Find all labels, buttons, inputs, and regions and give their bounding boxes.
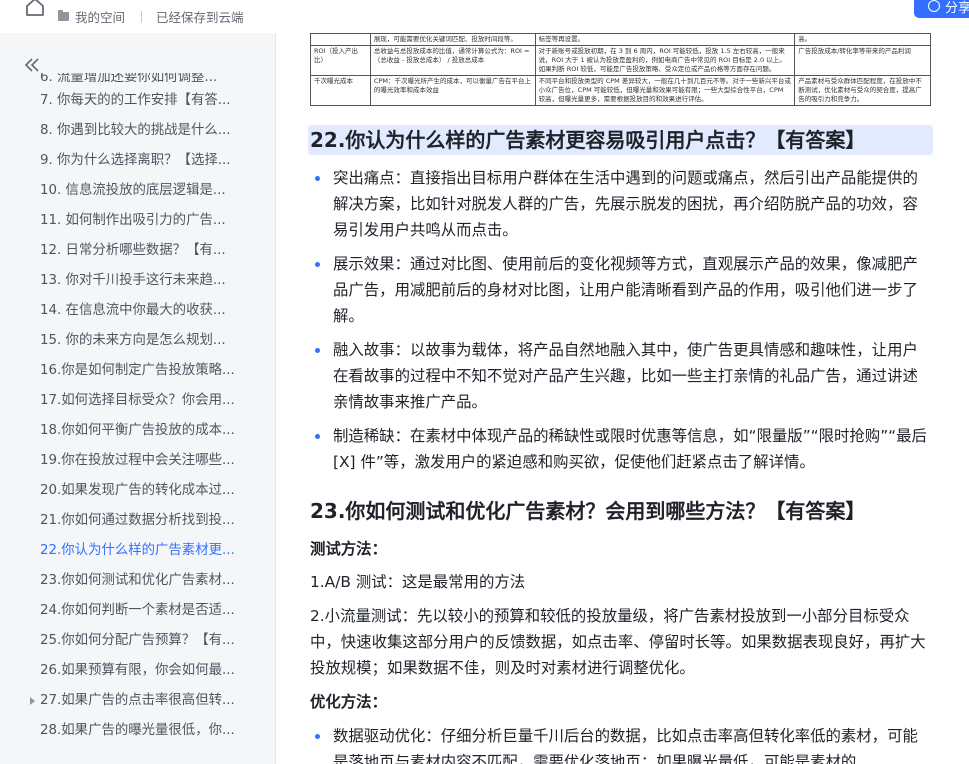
outline-list: 6. 流量增加还要你如何调整... 7. 你每天的的工作安排【有答... 8. … — [0, 73, 275, 746]
table-row: ROI（投入产出比） 总收益与总投放成本的比值，通常计算公式为：ROI = （总… — [310, 45, 931, 76]
top-bar: — — —————— —— · 我的空间 已经保存到云端 分享 — [0, 0, 969, 33]
outline-item-16[interactable]: 16.你是如何制定广告投放策略... — [0, 356, 275, 386]
outline-item-7[interactable]: 7. 你每天的的工作安排【有答... — [0, 86, 275, 116]
document-title: — — —————— —— · — [58, 0, 211, 6]
outline-item-14[interactable]: 14. 在信息流中你最大的收获... — [0, 296, 275, 326]
share-label: 分享 — [945, 0, 969, 16]
breadcrumb-divider — [141, 10, 143, 23]
outline-item-18[interactable]: 18.你如何平衡广告投放的成本... — [0, 416, 275, 446]
outline-item-27[interactable]: 27.如果广告的点击率很高但转... — [0, 686, 275, 716]
outline-item-19[interactable]: 19.你在投放过程中会关注哪些... — [0, 446, 275, 476]
test-method-1: 1.A/B 测试：这是最常用的方法 — [310, 573, 526, 591]
outline-item-10[interactable]: 10. 信息流投放的底层逻辑是... — [0, 176, 275, 206]
outline-sidebar: 6. 流量增加还要你如何调整... 7. 你每天的的工作安排【有答... 8. … — [0, 33, 276, 764]
bullet-list-22: 突出痛点：直接指出目标用户群体在生活中遇到的问题或痛点，然后引出产品能提供的解决… — [310, 165, 930, 483]
share-button[interactable]: 分享 — [914, 0, 969, 18]
home-icon[interactable] — [24, 0, 46, 18]
outline-item-26[interactable]: 26.如果预算有限，你会如何最... — [0, 656, 275, 686]
outline-item-12[interactable]: 12. 日常分析哪些数据？【有... — [0, 236, 275, 266]
list-item: 数据驱动优化：仔细分析巨量千川后台的数据，比如点击率高但转化率低的素材，可能是落… — [310, 723, 930, 764]
heading-23: 23.你如何测试和优化广告素材？会用到哪些方法？【有答案】 — [310, 499, 866, 523]
collapse-sidebar-icon[interactable] — [22, 55, 42, 75]
outline-item-25[interactable]: 25.你如何分配广告预算？【有... — [0, 626, 275, 656]
outline-item-24[interactable]: 24.你如何判断一个素材是否适... — [0, 596, 275, 626]
table-row: 展现，可能需要优化关键词匹配、投放时间段等。 标签等再设置。 高。 — [310, 33, 931, 46]
metrics-table-image: 展现，可能需要优化关键词匹配、投放时间段等。 标签等再设置。 高。 ROI（投入… — [310, 33, 931, 106]
list-item: 制造稀缺：在素材中体现产品的稀缺性或限时优惠等信息，如“限量版”“限时抢购”“最… — [310, 423, 930, 475]
expand-caret-icon[interactable] — [30, 697, 35, 705]
folder-icon — [58, 10, 69, 21]
outline-item-8[interactable]: 8. 你遇到比较大的挑战是什么... — [0, 116, 275, 146]
bullet-list-23: 数据驱动优化：仔细分析巨量千川后台的数据，比如点击率高但转化率低的素材，可能是落… — [310, 723, 930, 764]
optimize-methods-title: 优化方法： — [310, 693, 387, 711]
test-method-2: 2.小流量测试：先以较小的预算和较低的投放量级，将广告素材投放到一小部分目标受众… — [310, 607, 926, 677]
outline-item-6[interactable]: 6. 流量增加还要你如何调整... — [0, 73, 275, 86]
outline-item-17[interactable]: 17.如何选择目标受众？你会用... — [0, 386, 275, 416]
save-status: 已经保存到云端 — [156, 10, 244, 25]
document-body: 展现，可能需要优化关键词匹配、投放时间段等。 标签等再设置。 高。 ROI（投入… — [277, 33, 969, 764]
list-item: 展示效果：通过对比图、使用前后的变化视频等方式，直观展示产品的效果，像减肥产品广… — [310, 251, 930, 329]
outline-item-15[interactable]: 15. 你的未来方向是怎么规划... — [0, 326, 275, 356]
heading-22: 22.你认为什么样的广告素材更容易吸引用户点击？【有答案】 — [308, 125, 933, 155]
test-methods-title: 测试方法： — [310, 540, 387, 558]
breadcrumb-space[interactable]: 我的空间 — [75, 7, 125, 26]
outline-item-13[interactable]: 13. 你对千川投手这行未来趋... — [0, 266, 275, 296]
outline-item-23[interactable]: 23.你如何测试和优化广告素材... — [0, 566, 275, 596]
list-item: 突出痛点：直接指出目标用户群体在生活中遇到的问题或痛点，然后引出产品能提供的解决… — [310, 165, 930, 243]
outline-item-21[interactable]: 21.你如何通过数据分析找到投... — [0, 506, 275, 536]
outline-item-22-active[interactable]: 22.你认为什么样的广告素材更... — [0, 536, 275, 566]
table-row: 千次曝光成本 CPM：千次曝光所产生的成本，可以衡量广告在平台上的曝光效率和成本… — [310, 75, 931, 106]
outline-item-28[interactable]: 28.如果广告的曝光量很低，你... — [0, 716, 275, 746]
outline-item-9[interactable]: 9. 你为什么选择离职？【选择... — [0, 146, 275, 176]
list-item: 融入故事：以故事为载体，将产品自然地融入其中，使广告更具情感和趣味性，让用户在看… — [310, 337, 930, 415]
user-icon — [928, 0, 940, 12]
outline-item-11[interactable]: 11. 如何制作出吸引力的广告... — [0, 206, 275, 236]
outline-item-20[interactable]: 20.如果发现广告的转化成本过... — [0, 476, 275, 506]
breadcrumb: 我的空间 已经保存到云端 — [58, 7, 244, 26]
